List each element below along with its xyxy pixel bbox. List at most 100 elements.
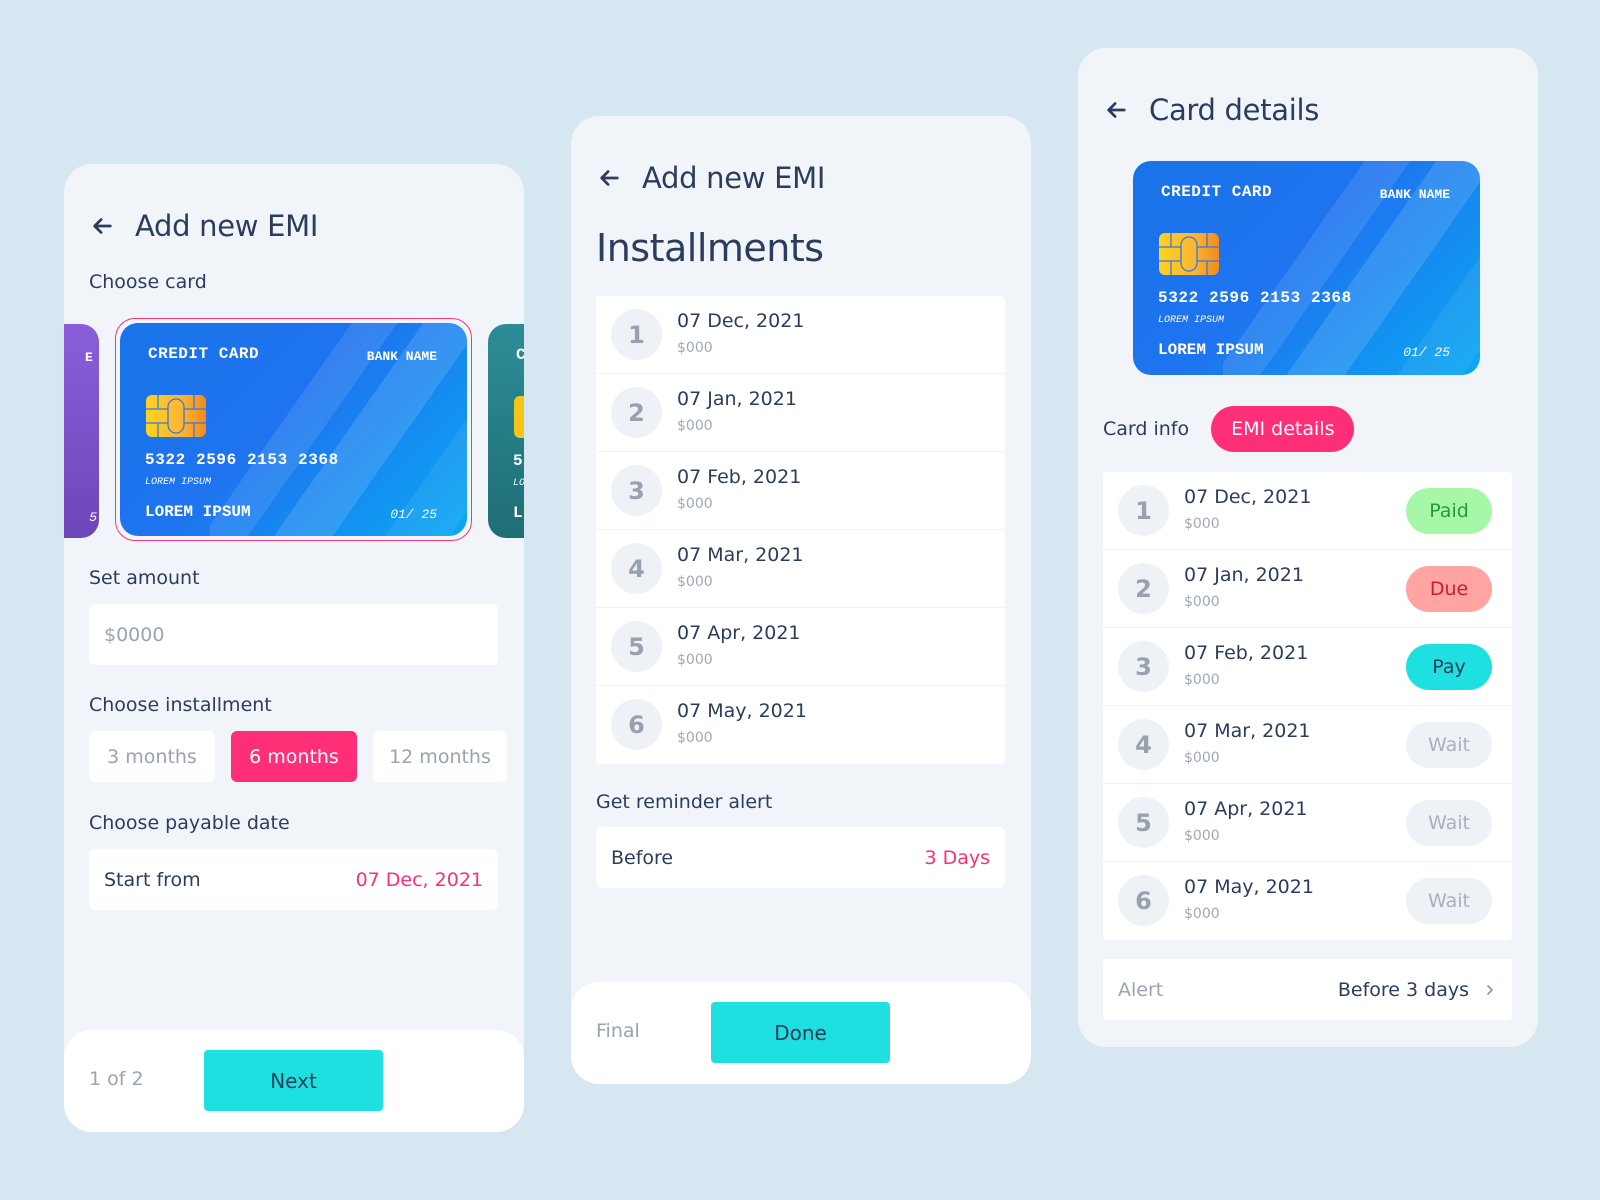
card-bank: BANK NAME (366, 349, 437, 364)
installment-row: 2 07 Jan, 2021 $000 Due (1103, 550, 1512, 628)
installment-number-badge: 2 (611, 387, 662, 438)
add-emi-step1-screen: Add new EMI Choose card E 5 CREDIT CARD … (64, 164, 524, 1132)
installment-number-badge: 1 (1118, 485, 1169, 536)
card-holder: LOREM IPSUM (1158, 341, 1264, 359)
installment-date: 07 Feb, 2021 (1184, 642, 1309, 664)
before-value[interactable]: 3 Days (924, 847, 990, 869)
back-arrow-icon[interactable] (596, 165, 622, 191)
installment-amount: $000 (1184, 594, 1220, 610)
card-peek-text: 5 (89, 510, 97, 525)
installment-row[interactable]: 5 07 Apr, 2021 $000 (596, 608, 1005, 686)
start-from-label: Start from (104, 868, 201, 891)
tab-card-info[interactable]: Card info (1103, 418, 1189, 440)
card-carousel[interactable]: E 5 CREDIT CARD BANK NAME 5322 2596 2153… (64, 314, 524, 541)
card-expiry: 01/ 25 (1403, 345, 1450, 360)
status-badge-wait: Wait (1406, 800, 1492, 846)
installment-row: 1 07 Dec, 2021 $000 Paid (1103, 472, 1512, 550)
installment-date: 07 Dec, 2021 (677, 310, 805, 332)
card-number: 5322 2596 2153 2368 (1158, 289, 1352, 307)
installment-option-3-months[interactable]: 3 months (89, 731, 215, 782)
before-label: Before (611, 846, 674, 869)
card-peek-text: C (516, 346, 524, 364)
installment-date: 07 Apr, 2021 (1184, 798, 1308, 820)
installment-number-badge: 4 (611, 543, 662, 594)
card-type: CREDIT CARD (148, 345, 260, 363)
installment-number-badge: 4 (1118, 719, 1169, 770)
amount-field[interactable] (89, 604, 498, 665)
card-peek-text: E (85, 350, 93, 365)
page-title: Add new EMI (642, 161, 826, 195)
installment-date: 07 Feb, 2021 (677, 466, 802, 488)
footer-bar: Final Done (571, 982, 1031, 1084)
installment-date: 07 Mar, 2021 (1184, 720, 1311, 742)
tab-emi-details[interactable]: EMI details (1211, 406, 1355, 452)
card-holder: LOREM IPSUM (145, 503, 251, 521)
reminder-label: Get reminder alert (596, 791, 773, 813)
status-badge-pay[interactable]: Pay (1406, 644, 1492, 690)
back-arrow-icon[interactable] (89, 213, 115, 239)
card-expiry: 01/ 25 (390, 507, 437, 522)
status-badge-paid: Paid (1406, 488, 1492, 534)
installment-number-badge: 5 (1118, 797, 1169, 848)
reminder-field[interactable]: Before 3 Days (596, 827, 1005, 888)
installment-date: 07 Jan, 2021 (677, 388, 797, 410)
installment-amount: $000 (677, 730, 713, 746)
installment-number-badge: 3 (1118, 641, 1169, 692)
start-date-field[interactable]: Start from 07 Dec, 2021 (89, 849, 498, 910)
step-indicator: 1 of 2 (89, 1068, 144, 1090)
installment-row[interactable]: 6 07 May, 2021 $000 (596, 686, 1005, 764)
header: Add new EMI (596, 161, 825, 195)
card-chip-icon (1159, 233, 1219, 275)
back-arrow-icon[interactable] (1103, 97, 1129, 123)
card-number: 5322 2596 2153 2368 (145, 451, 339, 469)
installment-row[interactable]: 2 07 Jan, 2021 $000 (596, 374, 1005, 452)
page-title: Card details (1149, 93, 1320, 127)
card-option-selected[interactable]: CREDIT CARD BANK NAME 5322 2596 2153 236… (120, 323, 467, 536)
card-type: CREDIT CARD (1161, 183, 1273, 201)
installment-date: 07 May, 2021 (677, 700, 807, 722)
card-details-screen: Card details CREDIT CARD BANK NAME 5322 … (1078, 48, 1538, 1047)
step-indicator: Final (596, 1020, 640, 1042)
installment-list: 1 07 Dec, 2021 $000 2 07 Jan, 2021 $000 3 07 Fe… (596, 296, 1005, 764)
installment-row[interactable]: 3 07 Feb, 2021 $000 (596, 452, 1005, 530)
done-button[interactable]: Done (711, 1002, 890, 1063)
installment-row[interactable]: 4 07 Mar, 2021 $000 (596, 530, 1005, 608)
installment-number-badge: 1 (611, 309, 662, 360)
installment-amount: $000 (677, 340, 713, 356)
installments-heading: Installments (596, 226, 824, 270)
installment-number-badge: 5 (611, 621, 662, 672)
card-peek-text: L (513, 504, 523, 522)
card-chip-icon (146, 395, 206, 437)
card-option-next[interactable]: C 5 LO L (488, 324, 524, 538)
installment-row: 5 07 Apr, 2021 $000 Wait (1103, 784, 1512, 862)
card-peek-text: 5 (513, 452, 523, 470)
card-subtext: LOREM IPSUM (1158, 315, 1225, 326)
installment-date: 07 Apr, 2021 (677, 622, 801, 644)
alert-label: Alert (1118, 978, 1164, 1001)
installment-amount: $000 (1184, 750, 1220, 766)
start-from-value[interactable]: 07 Dec, 2021 (356, 869, 483, 891)
installment-row[interactable]: 1 07 Dec, 2021 $000 (596, 296, 1005, 374)
installment-number-badge: 2 (1118, 563, 1169, 614)
card-bank: BANK NAME (1379, 187, 1450, 202)
installment-option-12-months[interactable]: 12 months (373, 731, 507, 782)
installment-amount: $000 (677, 652, 713, 668)
installment-amount: $000 (677, 574, 713, 590)
next-button[interactable]: Next (204, 1050, 383, 1111)
installment-date: 07 May, 2021 (1184, 876, 1314, 898)
card-option-previous[interactable]: E 5 (64, 324, 99, 538)
installment-number-badge: 3 (611, 465, 662, 516)
installment-option-6-months[interactable]: 6 months (231, 731, 357, 782)
emi-installment-list: 1 07 Dec, 2021 $000 Paid 2 07 Jan, 2021 $000 Du… (1103, 472, 1512, 940)
choose-installment-label: Choose installment (89, 694, 272, 716)
alert-row[interactable]: Alert Before 3 days (1103, 959, 1512, 1020)
installment-amount: $000 (1184, 828, 1220, 844)
card-subtext: LOREM IPSUM (145, 477, 212, 488)
installment-row: 4 07 Mar, 2021 $000 Wait (1103, 706, 1512, 784)
payable-date-label: Choose payable date (89, 812, 290, 834)
status-badge-wait: Wait (1406, 722, 1492, 768)
amount-input[interactable] (104, 623, 483, 646)
status-badge-wait: Wait (1406, 878, 1492, 924)
installment-amount: $000 (1184, 906, 1220, 922)
installment-amount: $000 (677, 496, 713, 512)
